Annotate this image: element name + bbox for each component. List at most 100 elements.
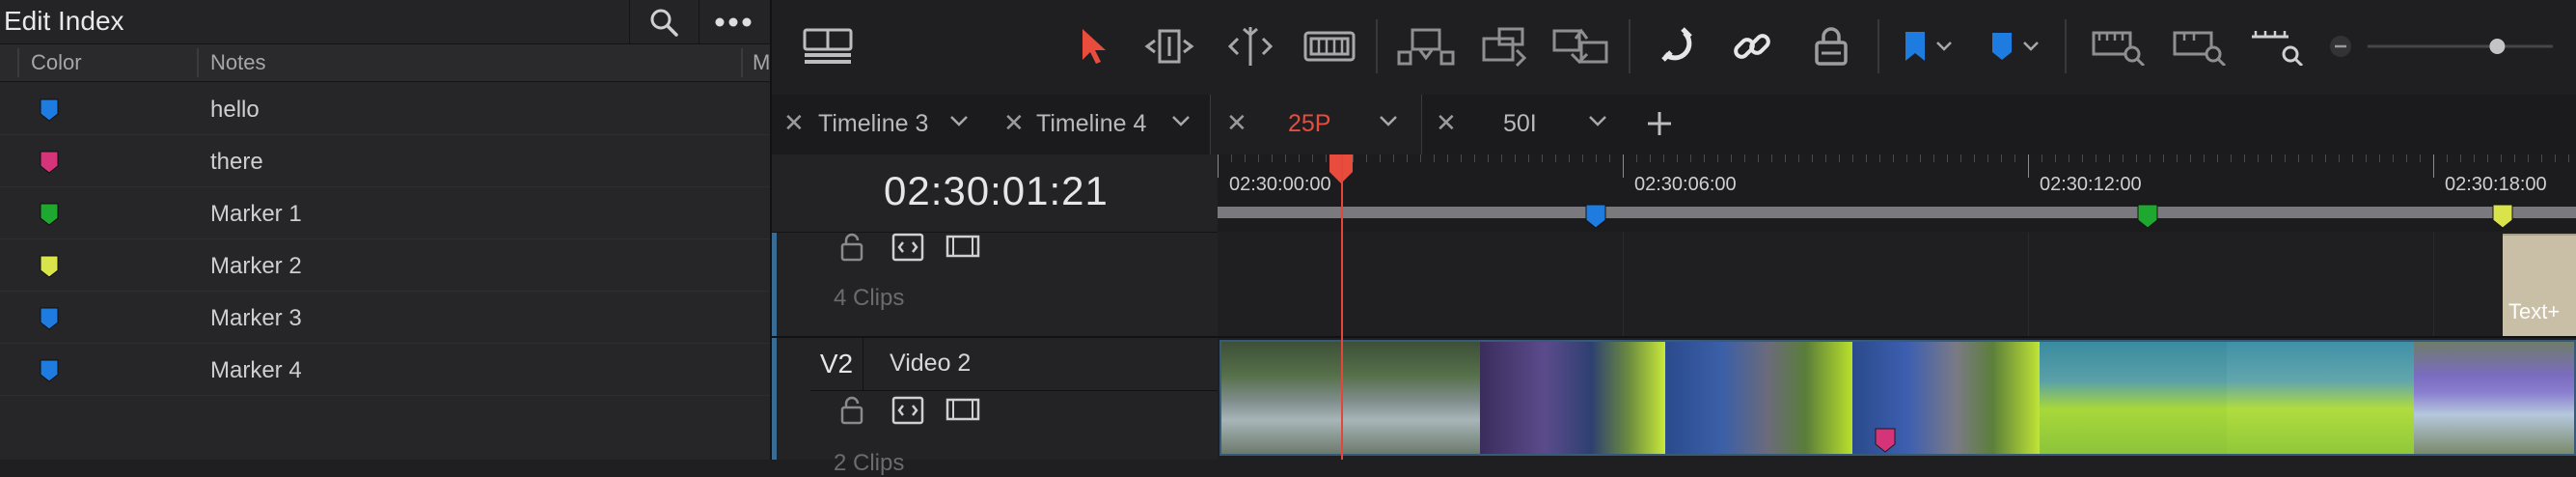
close-icon[interactable]: ✕	[1003, 108, 1025, 138]
clip-label: Text+	[2508, 299, 2561, 323]
column-divider[interactable]	[741, 48, 743, 77]
text-plus-clip[interactable]: Text+	[2503, 234, 2576, 336]
tab-50i[interactable]: ✕ 50I	[1424, 95, 1629, 154]
current-timecode[interactable]: 02:30:01:21	[884, 168, 1109, 214]
chevron-down-icon[interactable]	[1588, 114, 1607, 127]
chevron-down-icon[interactable]	[1171, 114, 1191, 127]
clip-thumbnail	[2040, 342, 2227, 454]
timeline-marker[interactable]	[2492, 204, 2513, 229]
timeline-view-options-button[interactable]	[801, 21, 855, 71]
overwrite-clip-button[interactable]	[1476, 21, 1534, 71]
replace-clip-icon	[1552, 28, 1608, 65]
zoom-detail-button[interactable]	[2171, 21, 2231, 71]
timecode-header: 02:30:01:21	[772, 154, 1218, 233]
zoom-slider-knob[interactable]	[2489, 39, 2506, 54]
tab-label: 50I	[1503, 110, 1537, 137]
tab-timeline-4[interactable]: ✕ Timeline 4	[1000, 95, 1208, 154]
more-column-header[interactable]: M	[753, 50, 770, 75]
playhead[interactable]	[1341, 154, 1343, 460]
selection-mode-button[interactable]	[1073, 21, 1115, 71]
marker-button[interactable]	[1986, 21, 2018, 71]
index-row[interactable]: Marker 3	[0, 291, 770, 344]
marker-note: Marker 4	[210, 357, 302, 383]
clip-count: 4 Clips	[834, 285, 905, 311]
track-lane-v3[interactable]	[1218, 233, 2576, 336]
flag-color-dropdown[interactable]	[1933, 21, 1955, 71]
insert-clip-button[interactable]	[1395, 21, 1457, 71]
zoom-full-icon	[2092, 31, 2146, 66]
marker-icon	[1992, 33, 2012, 60]
video-clip[interactable]	[1219, 340, 2576, 456]
blade-icon	[1303, 31, 1356, 62]
zoom-out-button[interactable]	[2327, 21, 2354, 71]
ruler-timecode-label: 02:30:00:00	[1229, 174, 1331, 195]
close-icon[interactable]: ✕	[1436, 108, 1457, 138]
grid-line	[2028, 233, 2029, 336]
track-id[interactable]: V2	[810, 338, 863, 390]
zoom-custom-button[interactable]	[2248, 21, 2308, 71]
index-row[interactable]: Marker 1	[0, 186, 770, 239]
zoom-slider[interactable]	[2364, 21, 2557, 71]
timeline-marker[interactable]	[2137, 204, 2158, 229]
flag-button[interactable]	[1899, 21, 1932, 71]
index-row[interactable]: hello	[0, 82, 770, 135]
lock-icon[interactable]	[839, 233, 864, 262]
replace-clip-button[interactable]	[1549, 21, 1611, 71]
track-enable-icon[interactable]	[945, 233, 980, 260]
marker-color-dropdown[interactable]	[2020, 21, 2042, 71]
auto-track-select-icon[interactable]	[891, 396, 924, 425]
chevron-down-icon[interactable]	[1379, 114, 1398, 127]
linked-selection-toggle[interactable]	[1727, 21, 1777, 71]
position-lock-toggle[interactable]	[1808, 21, 1854, 71]
chevron-down-icon[interactable]	[949, 114, 969, 127]
timeline-view-icon	[803, 28, 853, 64]
toolbar-divider	[1376, 19, 1378, 73]
close-icon[interactable]: ✕	[1226, 108, 1247, 138]
zoom-full-button[interactable]	[2090, 21, 2150, 71]
lock-icon[interactable]	[839, 396, 864, 425]
zoom-slider-track	[2368, 39, 2553, 54]
index-row[interactable]: Marker 4	[0, 343, 770, 396]
timeline-ruler[interactable]: 02:30:00:00 02:30:06:00 02:30:12:00 02:30:1…	[1218, 154, 2576, 232]
search-button[interactable]	[629, 0, 698, 43]
ruler-graphics: 02:30:00:00 02:30:06:00 02:30:12:00 02:30:1…	[1218, 154, 2576, 229]
grid-line	[2433, 233, 2434, 336]
index-row[interactable]: Marker 2	[0, 238, 770, 292]
new-timeline-tab-button[interactable]	[1632, 95, 1690, 154]
color-column-header[interactable]: Color	[31, 50, 82, 75]
track-name[interactable]: Video 2	[890, 350, 971, 378]
dynamic-trim-mode-button[interactable]	[1221, 21, 1279, 71]
track-enable-icon[interactable]	[945, 396, 980, 423]
zoom-out-icon	[2330, 36, 2351, 57]
clip-thumbnail	[2414, 342, 2574, 454]
tab-timeline-3[interactable]: ✕ Timeline 3	[772, 95, 982, 154]
toolbar-divider	[2065, 19, 2067, 73]
auto-track-select-icon[interactable]	[891, 233, 924, 262]
track-header-v2: V2 Video 2 2 Clips	[772, 338, 1218, 476]
overwrite-clip-icon	[1482, 27, 1527, 68]
timeline-tabs: ✕ Timeline 3 ✕ Timeline 4 ✕ 25P ✕ 50I	[772, 95, 2576, 155]
linked-selection-icon	[1734, 34, 1770, 59]
timeline-marker[interactable]	[1585, 204, 1606, 229]
notes-column-header[interactable]: Notes	[210, 50, 265, 75]
index-row[interactable]: there	[0, 134, 770, 187]
plus-icon	[1648, 112, 1671, 135]
more-icon	[715, 17, 752, 26]
marker-icon	[40, 203, 59, 226]
column-divider[interactable]	[17, 48, 19, 77]
tab-25p[interactable]: ✕ 25P	[1210, 95, 1422, 154]
toolbar-divider	[1629, 19, 1631, 73]
snapping-icon	[1661, 27, 1692, 62]
column-divider[interactable]	[197, 48, 199, 77]
clip-marker-icon[interactable]	[1874, 427, 1897, 454]
ruler-timecode-label: 02:30:06:00	[1634, 174, 1737, 195]
snapping-toggle[interactable]	[1652, 21, 1702, 71]
blade-edit-mode-button[interactable]	[1301, 21, 1358, 71]
ruler-timecode-label: 02:30:12:00	[2040, 174, 2142, 195]
trim-edit-mode-button[interactable]	[1140, 21, 1198, 71]
track-header-v3: 4 Clips	[772, 233, 1218, 336]
options-button[interactable]	[699, 0, 767, 43]
marker-note: hello	[210, 97, 260, 123]
edit-index-panel: Edit Index Color Notes M hello there Marke…	[0, 0, 772, 460]
close-icon[interactable]: ✕	[783, 108, 805, 138]
